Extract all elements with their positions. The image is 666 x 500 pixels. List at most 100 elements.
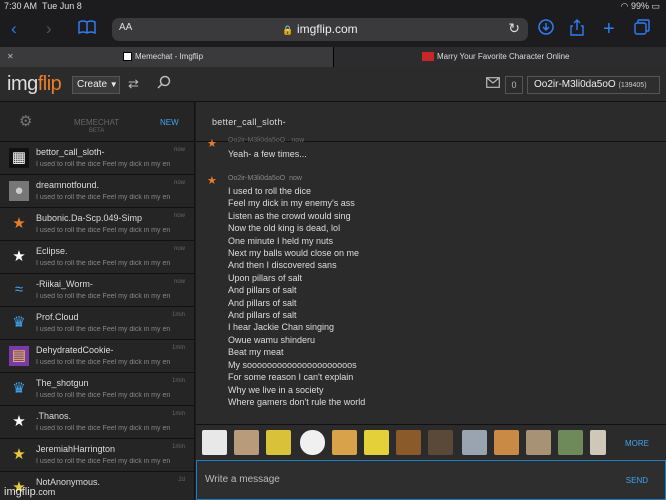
emoji-meme-10[interactable] <box>590 430 606 455</box>
message-input[interactable] <box>205 474 585 485</box>
message-line: I used to roll the dice <box>228 186 312 196</box>
lock-icon: 🔒 <box>282 25 294 35</box>
ios-status-bar: 7:30 AM Tue Jun 8 ◠ 99% ▭ <box>0 0 666 13</box>
tab-marry-character[interactable]: Marry Your Favorite Character Online <box>333 47 666 67</box>
avatar-star-icon: ★ <box>12 446 26 463</box>
emoji-meme-6[interactable] <box>462 430 487 455</box>
watermark-brand: imgflip <box>4 486 36 498</box>
prev-author-cutoff: Oo2ir-M3li0da5oO · now <box>228 137 305 144</box>
emoji-rage-face[interactable] <box>300 430 325 455</box>
tab-marry-title: Marry Your Favorite Character Online <box>422 47 570 67</box>
conversation-item[interactable]: ★ Eclipse. I used to roll the dice Feel my… <box>0 241 194 274</box>
message-line: I hear Jackie Chan singing <box>228 322 335 333</box>
tabs-overview-icon[interactable] <box>634 19 650 40</box>
conversation-item[interactable]: ♛ Prof.Cloud I used to roll the dice Feel … <box>0 307 194 340</box>
status-day: Tue Jun 8 <box>42 1 82 11</box>
conversation-time: 1min <box>171 312 185 318</box>
message-line: Listen as the crowd would sing <box>228 210 351 221</box>
logo-main: img <box>7 73 38 95</box>
forward-icon[interactable]: › <box>46 19 52 39</box>
conversation-preview: I used to roll the dice Feel my dick in … <box>36 359 171 366</box>
emoji-meme-7[interactable] <box>494 430 519 455</box>
conversation-name: bettor_call_sloth- <box>36 147 105 157</box>
imgflip-logo[interactable]: imgflip <box>7 73 62 96</box>
message-line: Owue wamu shinderu <box>228 334 316 345</box>
emoji-meme-8[interactable] <box>526 430 551 455</box>
emoji-meme-4[interactable] <box>396 430 421 455</box>
conversation-name: The_shotgun <box>36 378 89 388</box>
emoji-meme-3[interactable] <box>364 430 389 455</box>
search-icon[interactable] <box>157 75 171 92</box>
notification-count[interactable]: 0 <box>505 76 523 94</box>
share-icon[interactable] <box>570 19 584 41</box>
conversation-name: Eclipse. <box>36 246 68 256</box>
avatar-star-icon: ★ <box>12 413 26 430</box>
conversation-preview: I used to roll the dice Feel my dick in … <box>36 425 171 432</box>
create-label: Create <box>77 79 108 90</box>
browser-tabs: ✕ Memechat - Imgflip Marry Your Favorite… <box>0 47 666 67</box>
conversation-item[interactable]: ★ .Thanos. I used to roll the dice Feel my… <box>0 406 194 439</box>
message-line: Why we live in a society <box>228 384 324 395</box>
memechat-title-text: MEMECHAT <box>74 118 120 127</box>
send-button[interactable]: SEND <box>626 476 648 485</box>
create-dropdown[interactable]: Create ▼ <box>72 76 120 94</box>
watermark-tld: .com <box>35 487 56 497</box>
emoji-troll-face[interactable] <box>202 430 227 455</box>
conversation-preview: I used to roll the dice Feel my dick in … <box>36 458 171 465</box>
tab-memechat-title: Memechat - Imgflip <box>123 47 203 67</box>
conversation-preview: I used to roll the dice Feel my dick in … <box>36 326 171 333</box>
conversation-item[interactable]: ★ JeremiahHarrington I used to roll the di… <box>0 439 194 472</box>
conversation-name: dreamnotfound. <box>36 180 100 190</box>
message-body: I used to roll the dice Feel my dick in m… <box>228 185 365 408</box>
emoji-doge[interactable] <box>332 430 357 455</box>
more-emojis-button[interactable]: MORE <box>625 439 649 448</box>
address-bar[interactable]: AA 🔒 imgflip.com ↻ <box>112 18 528 41</box>
reload-icon[interactable]: ↻ <box>508 20 520 37</box>
mail-icon[interactable] <box>486 76 500 91</box>
message-line: And pillars of salt <box>228 297 297 308</box>
conversation-time: now <box>173 180 185 186</box>
avatar-pattern-icon: ▦ <box>9 148 29 168</box>
conversation-preview: I used to roll the dice Feel my dick in … <box>36 161 171 168</box>
conversation-name: .Thanos. <box>36 411 72 421</box>
conversation-item[interactable]: ● dreamnotfound. I used to roll the dice F… <box>0 175 194 208</box>
gear-icon[interactable]: ⚙ <box>19 112 32 130</box>
avatar-person-icon: ● <box>9 181 29 201</box>
download-icon[interactable] <box>538 19 554 40</box>
emoji-meme-5[interactable] <box>428 430 453 455</box>
emoji-meme-2[interactable] <box>266 430 291 455</box>
conversation-item[interactable]: ♛ The_shotgun I used to roll the dice Feel… <box>0 373 194 406</box>
conversation-name: JeremiahHarrington <box>36 444 116 454</box>
bookmarks-icon[interactable] <box>78 19 96 39</box>
conversation-item[interactable]: ▤ DehydratedCookie- I used to roll the dic… <box>0 340 194 373</box>
battery-icon: ▭ <box>651 1 660 11</box>
conversation-item[interactable]: ★ Bubonic.Da-Scp.049-Simp I used to roll t… <box>0 208 194 241</box>
avatar-star-icon: ★ <box>12 248 26 265</box>
new-chat-button[interactable]: NEW <box>160 118 179 127</box>
tab-memechat[interactable]: ✕ Memechat - Imgflip <box>0 47 333 67</box>
message-time: now <box>289 175 302 182</box>
shuffle-icon[interactable]: ⇄ <box>128 76 139 92</box>
conversation-preview: I used to roll the dice Feel my dick in … <box>36 194 171 201</box>
conversation-preview: I used to roll the dice Feel my dick in … <box>36 260 171 267</box>
conversation-name: -Riikai_Worm- <box>36 279 93 289</box>
message-author: Oo2ir-M3li0da5oO now <box>228 175 302 182</box>
conversation-item[interactable]: ≈ -Riikai_Worm- I used to roll the dice Fe… <box>0 274 194 307</box>
message-line: For some reason I can't explain <box>228 372 354 383</box>
user-menu[interactable]: Oo2ir-M3li0da5oO (139405) <box>527 76 660 94</box>
close-tab-icon[interactable]: ✕ <box>7 47 14 67</box>
conversation-time: now <box>173 246 185 252</box>
emoji-meme-9[interactable] <box>558 430 583 455</box>
new-tab-icon[interactable]: + <box>603 19 615 39</box>
emoji-meme-1[interactable] <box>234 430 259 455</box>
battery-percent: 99% <box>630 1 649 11</box>
conversation-name: Prof.Cloud <box>36 312 79 322</box>
chat-pane: better_call_sloth- ★ Oo2ir-M3li0da5oO · … <box>196 102 666 500</box>
message-line: Next my balls would close on me <box>228 248 360 259</box>
message-line: And pillars of salt <box>228 310 297 321</box>
conversation-item[interactable]: ▦ bettor_call_sloth- I used to roll the di… <box>0 142 194 175</box>
mfyc-favicon <box>422 52 434 62</box>
back-icon[interactable]: ‹ <box>11 19 17 39</box>
message-avatar-star-icon: ★ <box>207 175 217 187</box>
conversation-time: 1min <box>171 411 185 417</box>
